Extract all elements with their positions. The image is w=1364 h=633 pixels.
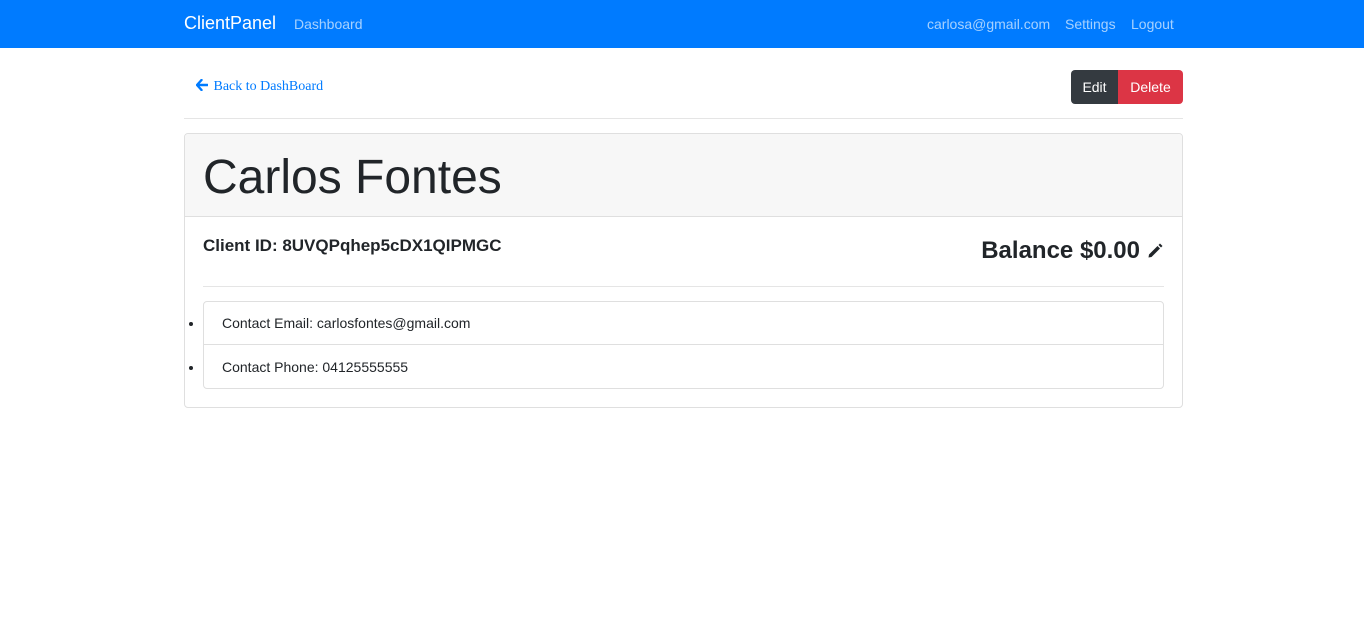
contact-phone-item: Contact Phone: 04125555555: [204, 346, 1163, 389]
logout-link[interactable]: Logout: [1131, 16, 1174, 32]
back-link-label: Back to DashBoard: [213, 79, 324, 94]
action-button-group: Edit Delete: [1071, 70, 1183, 104]
client-id: Client ID: 8UVQPqhep5cDX1QIPMGC: [203, 236, 502, 255]
contact-email-item: Contact Email: carlosfontes@gmail.com: [204, 302, 1163, 345]
card-header: Carlos Fontes: [185, 134, 1182, 217]
client-balance: Balance $0.00: [981, 237, 1164, 265]
pencil-icon[interactable]: [1146, 242, 1164, 260]
edit-button[interactable]: Edit: [1071, 70, 1118, 104]
top-navbar: ClientPanel Dashboard carlosa@gmail.com …: [0, 0, 1364, 48]
client-toolbar: Back to DashBoard Edit Delete: [184, 70, 1183, 104]
settings-link[interactable]: Settings: [1065, 16, 1116, 32]
user-email-link[interactable]: carlosa@gmail.com: [927, 16, 1050, 32]
divider: [184, 118, 1183, 119]
brand-link[interactable]: ClientPanel: [184, 13, 276, 34]
arrow-left-icon: [195, 78, 209, 92]
dashboard-link[interactable]: Dashboard: [294, 16, 363, 32]
back-to-dashboard-link[interactable]: Back to DashBoard: [195, 78, 324, 95]
client-name: Carlos Fontes: [203, 151, 502, 204]
card-divider: [203, 286, 1164, 287]
client-details-card: Carlos Fontes Client ID: 8UVQPqhep5cDX1Q…: [184, 133, 1183, 408]
contact-list: Contact Email: carlosfontes@gmail.com Co…: [203, 301, 1164, 389]
balance-text: Balance $0.00: [981, 237, 1140, 264]
delete-button[interactable]: Delete: [1118, 70, 1183, 104]
